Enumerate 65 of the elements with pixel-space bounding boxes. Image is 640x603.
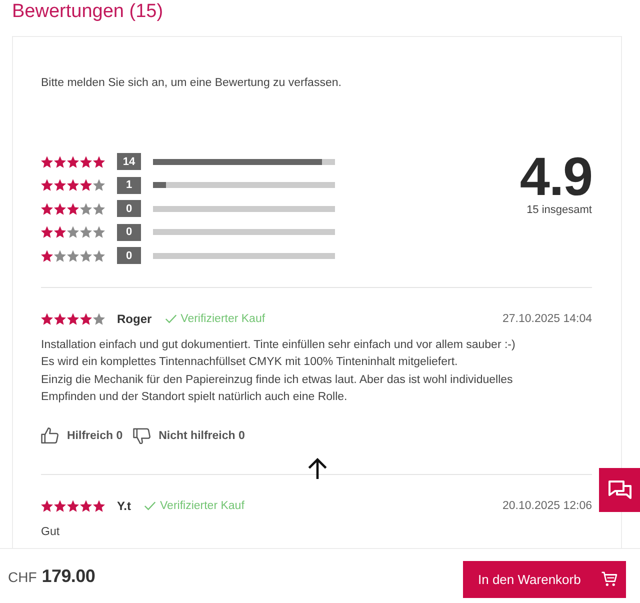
review-date: 27.10.2025 14:04 <box>502 312 592 324</box>
count-badge: 0 <box>117 200 141 218</box>
chat-icon <box>608 480 632 500</box>
star-icon <box>41 312 53 324</box>
star-icon <box>67 202 79 215</box>
star-icon <box>93 156 105 168</box>
review-date: 20.10.2025 12:06 <box>502 500 592 512</box>
star-icon <box>80 156 92 168</box>
star-icon <box>41 156 53 168</box>
count-badge: 1 <box>117 176 141 194</box>
star-icon <box>54 156 66 168</box>
star-icon <box>54 500 66 512</box>
verified-label: Verifizierter Kauf <box>180 312 266 324</box>
thumbs-up-icon <box>41 427 59 444</box>
star-icon <box>67 500 79 512</box>
star-icon <box>80 202 92 215</box>
check-icon <box>164 314 177 324</box>
price: 179.00 <box>42 566 96 586</box>
star-icon <box>80 500 92 512</box>
star-icon <box>54 202 66 215</box>
add-to-cart-button[interactable]: In den Warenkorb <box>463 560 626 598</box>
star-icon <box>93 312 105 324</box>
check-icon <box>144 500 156 510</box>
review-text: Gut <box>41 524 61 540</box>
star-icon <box>54 179 66 192</box>
helpful-button[interactable]: Hilfreich 0 <box>41 427 123 444</box>
login-hint: Bitte melden Sie sich an, um eine Bewertung zu verfassen. <box>41 76 342 91</box>
chat-button[interactable] <box>599 468 640 512</box>
star-icon <box>93 500 105 512</box>
star-icon <box>93 250 105 262</box>
star-icon <box>93 202 105 215</box>
star-icon <box>67 226 79 238</box>
arrow-up-icon[interactable] <box>308 458 327 480</box>
star-icon <box>41 226 53 238</box>
star-icon <box>54 250 66 262</box>
currency-label: CHF <box>8 568 37 584</box>
rating-total: 15 insgesamt <box>526 203 592 217</box>
star-icon <box>80 312 92 324</box>
star-icon <box>41 500 53 512</box>
count-badge: 14 <box>117 153 141 170</box>
star-icon <box>67 179 79 192</box>
star-icon <box>41 250 53 262</box>
count-badge: 0 <box>117 224 141 241</box>
section-title: Bewertungen (15) <box>12 0 164 24</box>
thumbs-down-icon <box>132 427 151 444</box>
star-icon <box>93 226 105 238</box>
star-icon <box>54 226 66 238</box>
not-helpful-button[interactable]: Nicht hilfreich 0 <box>132 427 245 444</box>
cart-icon <box>601 571 618 587</box>
star-icon <box>67 312 79 324</box>
star-icon <box>41 179 53 192</box>
average-rating: 4.9 <box>520 152 592 202</box>
star-icon <box>67 156 79 168</box>
star-icon <box>93 179 105 192</box>
author-name: Roger <box>117 312 152 326</box>
star-icon <box>41 202 53 215</box>
star-icon <box>80 226 92 238</box>
star-icon <box>54 312 66 324</box>
star-icon <box>80 250 92 262</box>
star-icon <box>67 250 79 262</box>
review-text: Installation einfach und gut dokumentiert. Tinte einfüllen sehr einfach und vor allem sauber :-) Es wird ein komplettes Tintennachfüllset CMYK mit 100% Tinteninhalt mitgeliefert. Einzig die Mechanik für den Papiereinzug finde ich etwas laut. Aber das ist wohl individuelles Empfinden und der Standort spielt natürlich auch eine Rolle. <box>41 338 516 405</box>
verified-label: Verifizierter Kauf <box>160 500 244 512</box>
star-icon <box>80 179 92 192</box>
count-badge: 0 <box>117 247 141 264</box>
author-name: Y.t <box>117 498 132 512</box>
